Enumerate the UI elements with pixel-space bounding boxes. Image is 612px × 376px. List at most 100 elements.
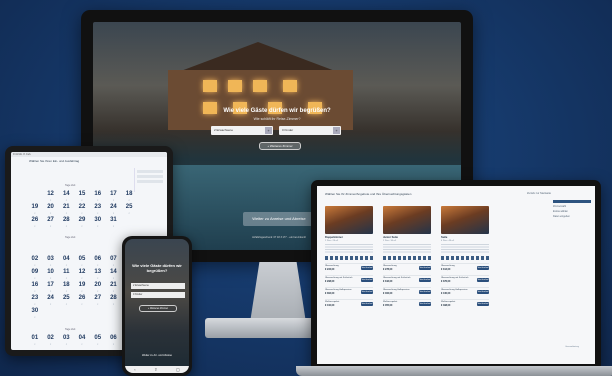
calendar-day[interactable]: 24 (106, 203, 122, 216)
calendar-day[interactable]: 10 (43, 268, 59, 281)
calendar-day[interactable]: 17 (43, 281, 59, 294)
book-button[interactable]: Jetzt buchen (419, 290, 431, 294)
add-room-button[interactable]: + Weiteres Zimmer (259, 142, 301, 150)
book-button[interactable]: Jetzt buchen (361, 278, 373, 282)
laptop-page-title: Wählen Sie Ihr Zimmer/Angebote und Ihre … (325, 192, 412, 196)
calendar-day[interactable]: 23 (90, 203, 106, 216)
calendar-day[interactable]: 03 (58, 334, 74, 347)
calendar-day[interactable]: 21 (106, 281, 122, 294)
calendar-day (43, 242, 59, 255)
book-button[interactable]: Jetzt buchen (419, 278, 431, 282)
room-photo[interactable] (383, 206, 431, 234)
calendar-day[interactable]: 23 (27, 294, 43, 307)
calendar-day[interactable]: 06 (90, 255, 106, 268)
book-button[interactable]: Jetzt buchen (477, 266, 489, 270)
calendar-day[interactable]: 02 (43, 334, 59, 347)
calendar-day[interactable]: 25 (58, 294, 74, 307)
calendar-day[interactable]: 16 (90, 190, 106, 203)
phone-continue-button[interactable]: Weiter zu Arr. und Abreise (131, 353, 183, 359)
continue-button[interactable]: Weiter zu Anreise und Abreise (243, 212, 315, 226)
calendar-day[interactable]: 16 (27, 281, 43, 294)
calendar-day[interactable]: 12 (43, 190, 59, 203)
calendar-day[interactable]: 09 (27, 268, 43, 281)
back-to-start-link[interactable]: Zurück zur Startseite (527, 192, 551, 195)
calendar-day[interactable]: 20 (90, 281, 106, 294)
calendar-day[interactable]: 14 (58, 190, 74, 203)
amenity-icons (441, 256, 489, 260)
calendar-day[interactable]: 14 (106, 268, 122, 281)
calendar-day[interactable]: 07 (106, 255, 122, 268)
book-button[interactable]: Jetzt buchen (361, 302, 373, 306)
phone-children-field[interactable]: 0 Kinder (131, 292, 185, 298)
calendar-day[interactable]: 26 (27, 216, 43, 229)
calendar-day[interactable]: 11 (58, 268, 74, 281)
offer-price: € 342,00 (383, 280, 393, 283)
offer-row: Übernachtung € 312,00 Jetzt buchen (441, 263, 489, 272)
book-button[interactable]: Jetzt buchen (361, 266, 373, 270)
calendar-day[interactable]: 22 (74, 203, 90, 216)
calendar-day[interactable]: 01 (27, 334, 43, 347)
children-stepper[interactable]: + (333, 127, 340, 134)
room-card: Doppelzimmer 2 Pers. 28 m² Übernachtung € 2… (325, 206, 373, 308)
calendar-day[interactable]: 28 (58, 216, 74, 229)
calendar-day[interactable]: 04 (74, 334, 90, 347)
tablet-page-title: Wählen Sie Ihren Ein- und Ausfahrtag (29, 159, 80, 163)
calendar-day[interactable]: 30 (90, 216, 106, 229)
book-button[interactable]: Jetzt buchen (477, 302, 489, 306)
calendar-day[interactable]: 19 (27, 203, 43, 216)
calendar-day[interactable]: 19 (74, 281, 90, 294)
offer-price: € 406,00 (383, 292, 393, 295)
calendar-day[interactable]: 12 (74, 268, 90, 281)
book-button[interactable]: Jetzt buchen (419, 302, 431, 306)
calendar-day[interactable]: 18 (121, 190, 137, 203)
offer-price: € 410,00 (325, 304, 335, 307)
calendar-day[interactable]: 18 (58, 281, 74, 294)
calendar-day[interactable]: 21 (58, 203, 74, 216)
calendar-day[interactable]: 27 (43, 216, 59, 229)
book-button[interactable]: Jetzt buchen (361, 290, 373, 294)
tabs-icon[interactable]: ▢ (176, 367, 180, 372)
share-icon[interactable]: ⇪ (154, 367, 157, 372)
calendar-day[interactable]: 26 (74, 294, 90, 307)
phone-adults-field[interactable]: 2 Erwachsene (131, 283, 185, 289)
calendar-day[interactable]: 05 (74, 255, 90, 268)
book-button[interactable]: Jetzt buchen (477, 278, 489, 282)
offer-price: € 362,00 (325, 292, 335, 295)
calendar-day (106, 307, 122, 320)
calendar-day[interactable]: 03 (43, 255, 59, 268)
calendar-day (58, 242, 74, 255)
footer-note: Anfahrtsgeschenk: 07 18 3 177 ...ein bei… (252, 236, 306, 239)
offer-row: Übernachtung mit Frühstück € 298,00 Jetzt … (325, 275, 373, 284)
calendar-day[interactable]: 30 (27, 307, 43, 320)
calendar-day[interactable]: 27 (90, 294, 106, 307)
calendar-day[interactable]: 13 (90, 268, 106, 281)
offer-row: Übernachtung mit Frühstück € 376,00 Jetzt … (441, 275, 489, 284)
adults-field[interactable]: 2 Erwachsene + (211, 126, 273, 135)
calendar-day[interactable]: 31 (106, 216, 122, 229)
calendar-day[interactable]: 20 (43, 203, 59, 216)
calendar-day[interactable]: 17 (106, 190, 122, 203)
step-item[interactable]: Zimmerwahl (553, 205, 591, 208)
phone-add-room-button[interactable]: + Weiteres Zimmer (139, 305, 177, 312)
calendar-day[interactable]: 25 (121, 203, 137, 216)
calendar-day[interactable]: 04 (58, 255, 74, 268)
calendar-day[interactable]: 06 (106, 334, 122, 347)
step-item[interactable]: Daten eingeben (553, 215, 591, 218)
back-icon[interactable]: ‹ (134, 367, 135, 372)
room-photo[interactable] (441, 206, 489, 234)
room-photo[interactable] (325, 206, 373, 234)
total-label: Gesamtbetrag (565, 346, 579, 348)
room-details: 2 Pers. 36 m² (383, 240, 397, 242)
children-field[interactable]: 0 Kinder + (279, 126, 341, 135)
book-button[interactable]: Jetzt buchen (419, 266, 431, 270)
room-description (325, 244, 373, 254)
step-item[interactable]: Extras wählen (553, 210, 591, 213)
book-button[interactable]: Jetzt buchen (477, 290, 489, 294)
calendar-day[interactable]: 15 (74, 190, 90, 203)
calendar-day[interactable]: 02 (27, 255, 43, 268)
adults-stepper[interactable]: + (265, 127, 272, 134)
calendar-day[interactable]: 28 (106, 294, 122, 307)
calendar-day[interactable]: 24 (43, 294, 59, 307)
calendar-day[interactable]: 29 (74, 216, 90, 229)
calendar-day[interactable]: 05 (90, 334, 106, 347)
